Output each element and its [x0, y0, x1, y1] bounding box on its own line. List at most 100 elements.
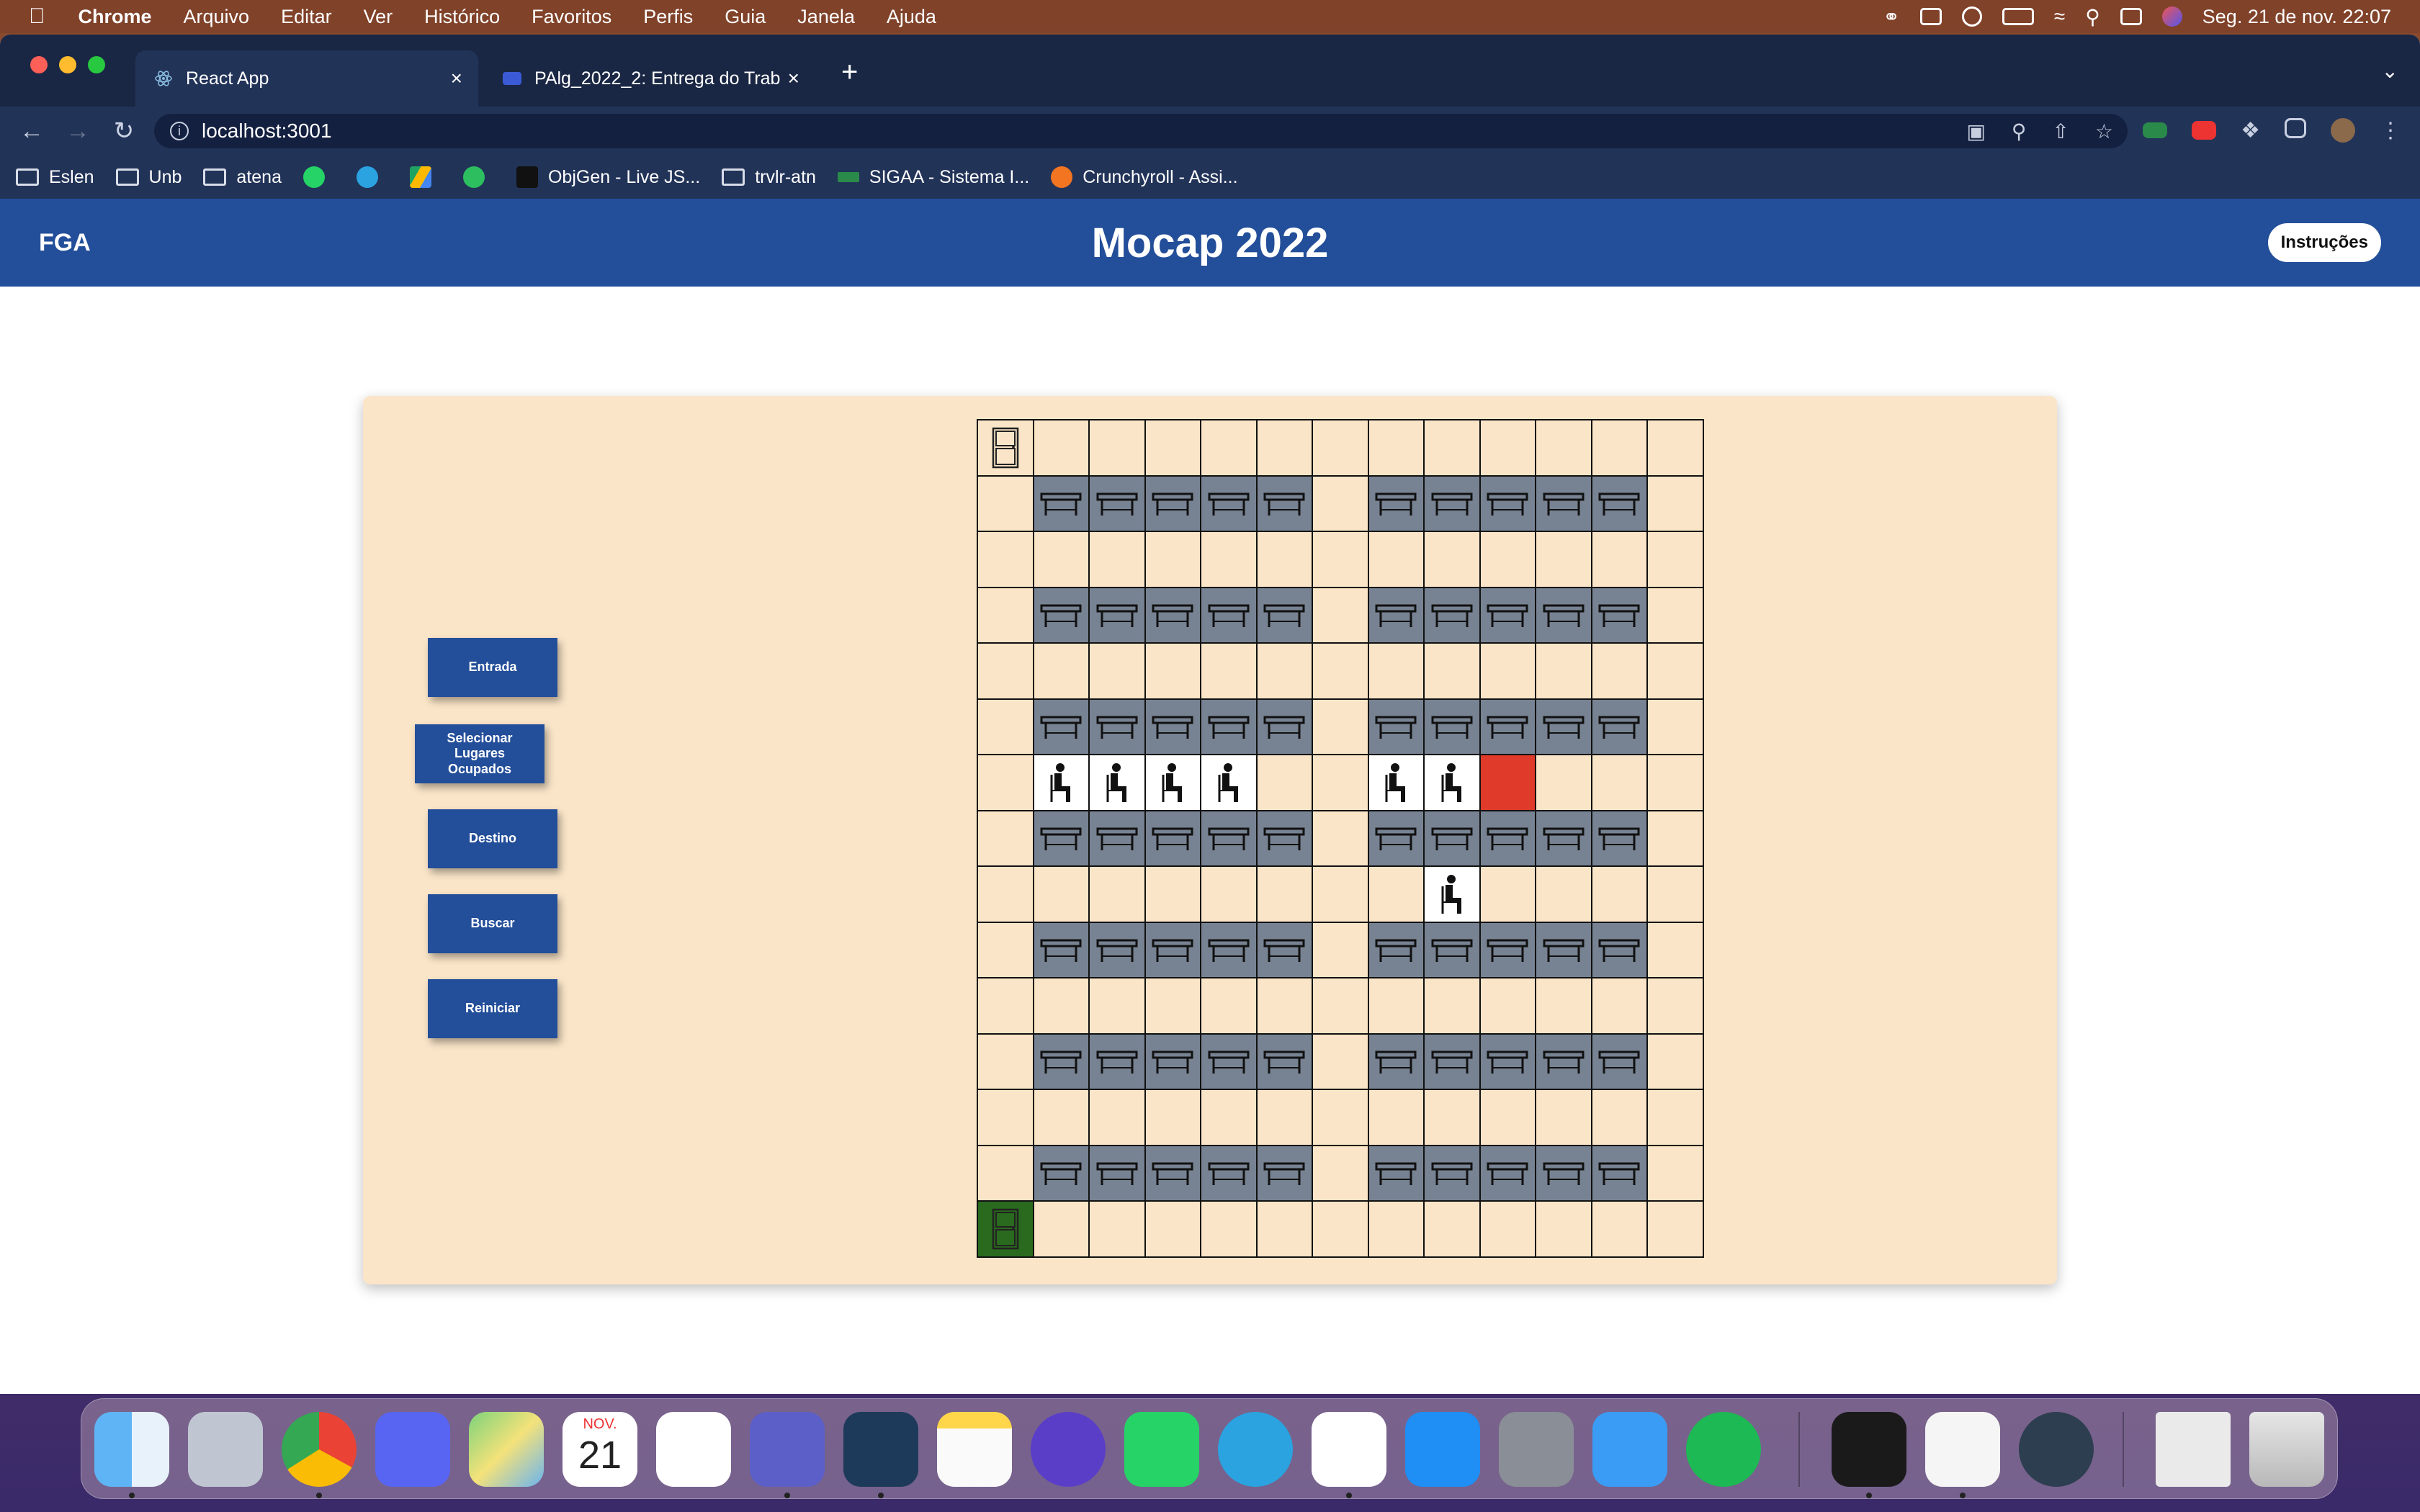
grid-cell-desk[interactable] — [1034, 811, 1090, 867]
destino-button[interactable]: Destino — [428, 809, 557, 868]
grid-cell-empty[interactable] — [1145, 978, 1201, 1035]
grid-cell-desk[interactable] — [1257, 811, 1313, 867]
grid-cell-desk[interactable] — [1592, 922, 1648, 978]
grid-cell-empty[interactable] — [978, 811, 1034, 867]
menu-item-ajuda[interactable]: Ajuda — [887, 6, 936, 28]
grid-cell-empty[interactable] — [1313, 420, 1369, 477]
grid-cell-empty[interactable] — [978, 1034, 1034, 1090]
grid-cell-empty[interactable] — [1313, 755, 1369, 811]
grid-cell-empty[interactable] — [1648, 1090, 1704, 1146]
grid-cell-desk[interactable] — [1536, 1034, 1592, 1090]
grid-cell-empty[interactable] — [1480, 1090, 1536, 1146]
tab-search-chevron-icon[interactable]: ⌄ — [2382, 59, 2398, 83]
whatsapp-dock-icon[interactable] — [1124, 1412, 1199, 1487]
mysql-workbench-icon[interactable] — [843, 1412, 918, 1487]
vscode-icon[interactable] — [1312, 1412, 1386, 1487]
grid-cell-desk[interactable] — [1536, 922, 1592, 978]
grid-cell-desk[interactable] — [1368, 588, 1425, 644]
launchpad-icon[interactable] — [188, 1412, 263, 1487]
eclipse-app-icon[interactable] — [1031, 1412, 1106, 1487]
grid-cell-empty[interactable] — [1368, 420, 1425, 477]
grid-cell-desk[interactable] — [1368, 476, 1425, 532]
wifi-icon[interactable]: ≈ — [2054, 5, 2065, 28]
grid-cell-empty[interactable] — [1313, 922, 1369, 978]
grid-cell-empty[interactable] — [1201, 644, 1258, 700]
bookmark-folder-unb[interactable]: Unb — [115, 167, 182, 188]
grid-cell-empty[interactable] — [1313, 978, 1369, 1035]
grid-cell-empty[interactable] — [978, 755, 1034, 811]
grid-cell-desk[interactable] — [1145, 811, 1201, 867]
grid-cell-desk[interactable] — [1425, 699, 1481, 755]
grid-cell-empty[interactable] — [1425, 978, 1481, 1035]
grid-cell-empty[interactable] — [1368, 532, 1425, 588]
grid-cell-empty[interactable] — [1201, 867, 1258, 923]
grid-cell-empty[interactable] — [1648, 1202, 1704, 1258]
grid-cell-empty[interactable] — [1480, 644, 1536, 700]
grid-cell-empty[interactable] — [1648, 699, 1704, 755]
bookmark-star-icon[interactable]: ☆ — [2095, 120, 2113, 143]
menu-item-arquivo[interactable]: Arquivo — [184, 6, 250, 28]
grid-cell-desk[interactable] — [1201, 811, 1258, 867]
documents-stack-icon[interactable] — [2156, 1412, 2231, 1487]
bookmark-crunchyroll[interactable]: Crunchyroll - Assi... — [1051, 166, 1238, 188]
reiniciar-button[interactable]: Reiniciar — [428, 979, 557, 1038]
finder-icon[interactable] — [94, 1412, 169, 1487]
system-settings-icon[interactable] — [1499, 1412, 1574, 1487]
instructions-button[interactable]: Instruções — [2267, 223, 2381, 262]
grid-cell-desk[interactable] — [1480, 588, 1536, 644]
grid-cell-desk[interactable] — [1145, 1146, 1201, 1202]
menu-app-name[interactable]: Chrome — [79, 6, 152, 28]
grid-cell-empty[interactable] — [1648, 532, 1704, 588]
quicktime-icon[interactable] — [2019, 1412, 2094, 1487]
grid-cell-desk[interactable] — [1425, 476, 1481, 532]
grid-cell-empty[interactable] — [1592, 867, 1648, 923]
grid-cell-desk[interactable] — [1201, 922, 1258, 978]
grid-cell-desk[interactable] — [1368, 922, 1425, 978]
grid-cell-desk[interactable] — [1201, 699, 1258, 755]
grid-cell-empty[interactable] — [1425, 532, 1481, 588]
grid-cell-desk[interactable] — [1425, 588, 1481, 644]
grid-cell-destination[interactable] — [1480, 755, 1536, 811]
grid-cell-empty[interactable] — [1648, 922, 1704, 978]
kebab-menu-icon[interactable]: ⋮ — [2380, 118, 2401, 143]
grid-cell-empty[interactable] — [1592, 1202, 1648, 1258]
forward-arrow-icon[interactable]: → — [55, 117, 101, 145]
grid-cell-desk[interactable] — [1034, 588, 1090, 644]
grid-cell-desk[interactable] — [1034, 476, 1090, 532]
grid-cell-empty[interactable] — [1536, 978, 1592, 1035]
grid-cell-empty[interactable] — [1145, 1090, 1201, 1146]
grid-cell-desk[interactable] — [1536, 699, 1592, 755]
grid-cell-desk[interactable] — [1425, 1034, 1481, 1090]
grid-cell-empty[interactable] — [1592, 532, 1648, 588]
grid-cell-desk[interactable] — [1090, 476, 1146, 532]
grid-cell-empty[interactable] — [1480, 978, 1536, 1035]
grid-cell-empty[interactable] — [1592, 1090, 1648, 1146]
grid-cell-empty[interactable] — [1257, 1090, 1313, 1146]
grid-cell-desk[interactable] — [1592, 1034, 1648, 1090]
grid-cell-empty[interactable] — [1090, 420, 1146, 477]
grid-cell-empty[interactable] — [978, 1146, 1034, 1202]
grid-cell-empty[interactable] — [1313, 532, 1369, 588]
grid-cell-desk[interactable] — [1145, 1034, 1201, 1090]
grid-cell-empty[interactable] — [1145, 867, 1201, 923]
grid-cell-empty[interactable] — [1425, 420, 1481, 477]
grid-cell-empty[interactable] — [1201, 532, 1258, 588]
grid-cell-empty[interactable] — [1368, 867, 1425, 923]
telegram-dock-icon[interactable] — [1218, 1412, 1293, 1487]
grid-cell-desk[interactable] — [1090, 922, 1146, 978]
grid-cell-desk[interactable] — [1201, 1146, 1258, 1202]
grid-cell-empty[interactable] — [1313, 1202, 1369, 1258]
bookmark-sigaa[interactable]: SIGAA - Sistema I... — [837, 167, 1029, 188]
tab-palg[interactable]: PAlg_2022_2: Entrega do Trab × — [484, 50, 815, 107]
grid-cell-empty[interactable] — [1034, 644, 1090, 700]
grid-cell-desk[interactable] — [1201, 476, 1258, 532]
grid-cell-empty[interactable] — [1313, 811, 1369, 867]
grid-cell-empty[interactable] — [1648, 1034, 1704, 1090]
site-info-icon[interactable]: i — [170, 122, 189, 140]
siri-icon[interactable] — [2161, 6, 2182, 27]
menu-item-perfis[interactable]: Perfis — [643, 6, 693, 28]
maps-icon[interactable] — [469, 1412, 544, 1487]
grid-cell-empty[interactable] — [1313, 476, 1369, 532]
reminders-icon[interactable] — [656, 1412, 731, 1487]
grid-cell-empty[interactable] — [1034, 978, 1090, 1035]
